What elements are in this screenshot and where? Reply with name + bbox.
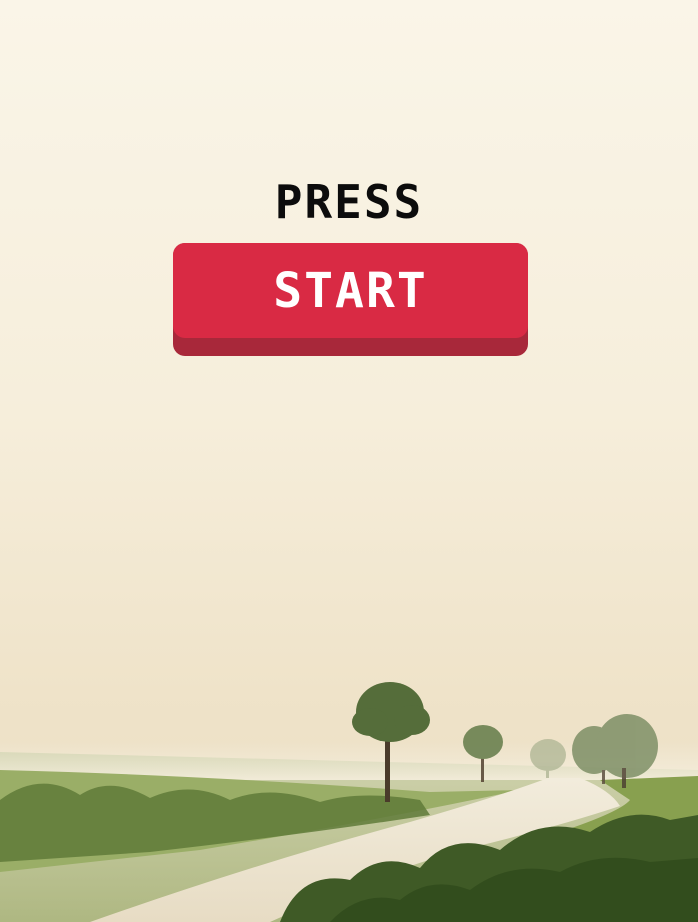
press-prompt-text: PRESS	[274, 175, 424, 229]
start-button-face[interactable]: START	[173, 243, 528, 338]
foggy-countryside-road-background	[0, 682, 698, 922]
title-screen: PRESS START	[0, 0, 698, 922]
start-button[interactable]: START	[173, 243, 528, 356]
start-button-label: START	[273, 262, 428, 319]
